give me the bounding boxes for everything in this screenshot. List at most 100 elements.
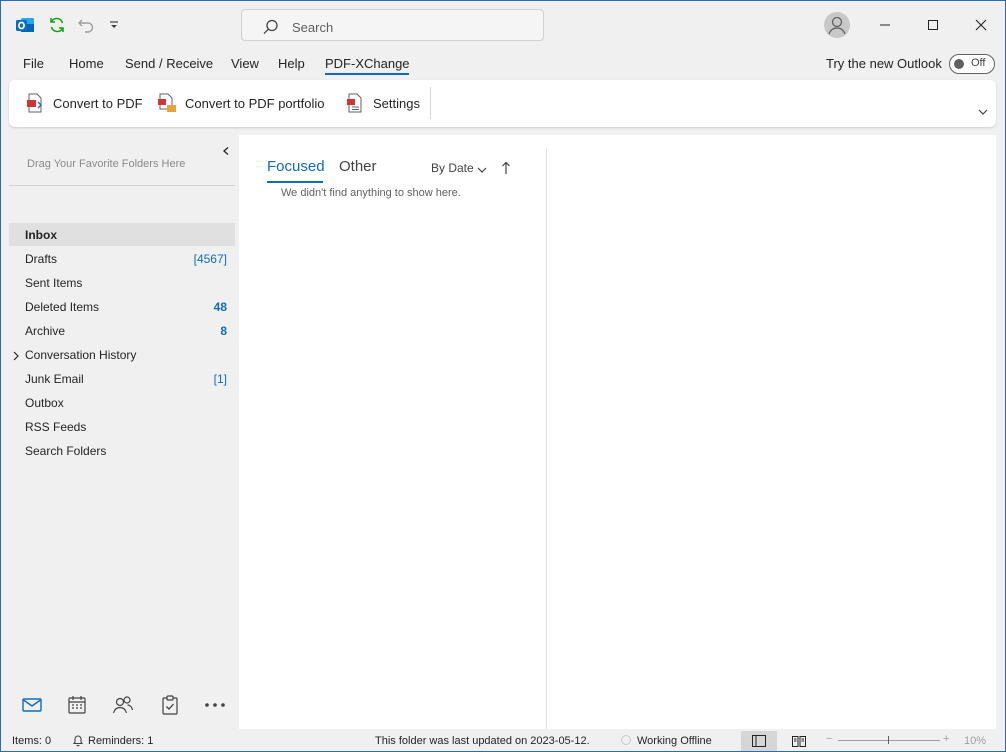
- tasks-icon: [162, 695, 178, 715]
- zoom-slider[interactable]: [838, 740, 940, 741]
- nav-calendar[interactable]: [62, 690, 92, 720]
- nav-more[interactable]: [200, 690, 230, 720]
- menu-bar: File Home Send / Receive View Help PDF-X…: [0, 52, 1006, 76]
- ribbon-separator: [430, 87, 431, 119]
- send-receive-all-icon[interactable]: [47, 15, 67, 35]
- folder-name: Conversation History: [25, 348, 137, 362]
- collapse-folder-pane-button[interactable]: [221, 144, 231, 159]
- menu-home[interactable]: Home: [69, 56, 104, 71]
- folder-sent-items[interactable]: Sent Items: [9, 271, 235, 294]
- minimize-icon: [880, 24, 890, 26]
- folder-name: Archive: [25, 324, 66, 338]
- nav-tasks[interactable]: [155, 690, 185, 720]
- folder-count: [4567]: [193, 252, 227, 266]
- convert-to-pdf-portfolio-button[interactable]: Convert to PDF portfolio: [157, 92, 324, 114]
- reminders-count[interactable]: Reminders: 1: [88, 735, 153, 747]
- close-button[interactable]: [968, 12, 994, 38]
- tab-other[interactable]: Other: [339, 158, 377, 175]
- undo-icon[interactable]: [76, 15, 96, 35]
- items-count: Items: 0: [12, 735, 52, 747]
- folder-name: Search Folders: [25, 444, 107, 458]
- calendar-icon: [68, 696, 86, 714]
- chevron-down-icon: [978, 109, 988, 115]
- tab-focused[interactable]: Focused: [267, 158, 325, 175]
- menu-pdf-xchange[interactable]: PDF-XChange: [325, 56, 410, 71]
- folder-count: [1]: [213, 372, 227, 386]
- folder-inbox[interactable]: Inbox: [9, 223, 235, 246]
- people-icon: [112, 696, 134, 714]
- search-box[interactable]: [241, 9, 544, 41]
- menu-file[interactable]: File: [23, 56, 44, 71]
- folder-conversation-history[interactable]: Conversation History: [9, 343, 235, 366]
- new-outlook-toggle[interactable]: Off: [949, 54, 995, 74]
- sort-by-dropdown[interactable]: By Date: [431, 161, 474, 175]
- zoom-in-button[interactable]: +: [943, 733, 949, 745]
- settings-label: Settings: [373, 95, 420, 111]
- folder-search-folders[interactable]: Search Folders: [9, 439, 235, 462]
- nav-mail[interactable]: [17, 690, 47, 720]
- folder-archive[interactable]: Archive 8: [9, 319, 235, 342]
- ribbon: Convert to PDF Convert to PDF portfolio …: [9, 80, 996, 127]
- toggle-knob: [954, 59, 964, 69]
- empty-list-message: We didn't find anything to show here.: [281, 187, 461, 199]
- last-updated-text: This folder was last updated on 2023-05-…: [375, 735, 590, 747]
- focused-tab-indicator: [267, 181, 323, 183]
- title-bar: [0, 0, 1006, 50]
- search-input[interactable]: [290, 16, 534, 38]
- account-avatar[interactable]: [824, 12, 850, 38]
- folder-name: Inbox: [25, 228, 57, 242]
- expand-chevron-right-icon[interactable]: [12, 350, 20, 364]
- maximize-button[interactable]: [920, 12, 946, 38]
- search-icon: [263, 19, 278, 35]
- minimize-button[interactable]: [872, 12, 898, 38]
- message-list: Focused Other By Date We didn't find any…: [239, 135, 546, 729]
- zoom-out-button[interactable]: −: [826, 733, 832, 745]
- settings-button[interactable]: Settings: [345, 92, 420, 114]
- pdf-settings-icon: [347, 93, 362, 113]
- offline-icon: [620, 734, 632, 749]
- ribbon-options-button[interactable]: [977, 106, 989, 121]
- folder-name: Outbox: [25, 396, 64, 410]
- reading-view-icon: [792, 736, 806, 747]
- main-content: Focused Other By Date We didn't find any…: [239, 135, 996, 729]
- toggle-state-label: Off: [971, 57, 986, 69]
- folder-name: Sent Items: [25, 276, 83, 290]
- maximize-icon: [928, 20, 938, 30]
- favorites-hint: Drag Your Favorite Folders Here: [27, 158, 186, 170]
- nav-people[interactable]: [108, 690, 138, 720]
- normal-view-icon: [752, 735, 766, 747]
- sort-chevron-down-icon[interactable]: [477, 163, 487, 178]
- folder-rss-feeds[interactable]: RSS Feeds: [9, 415, 235, 438]
- folder-deleted-items[interactable]: Deleted Items 48: [9, 295, 235, 318]
- zoom-level[interactable]: 10%: [964, 735, 986, 747]
- module-nav-bar: [5, 690, 238, 726]
- menu-send-receive[interactable]: Send / Receive: [125, 56, 213, 71]
- zoom-slider-thumb[interactable]: [888, 736, 889, 744]
- folder-name: Deleted Items: [25, 300, 100, 314]
- close-icon: [975, 19, 987, 31]
- chevron-left-icon: [223, 147, 229, 155]
- outlook-logo-icon: [15, 15, 35, 35]
- sort-direction-arrow-up-icon[interactable]: [501, 161, 511, 178]
- folder-pane: Drag Your Favorite Folders Here Inbox Dr…: [5, 135, 238, 729]
- working-offline-status[interactable]: Working Offline: [637, 735, 712, 747]
- menu-view[interactable]: View: [231, 56, 259, 71]
- pdf-convert-icon: [27, 93, 42, 113]
- folder-outbox[interactable]: Outbox: [9, 391, 235, 414]
- folder-drafts[interactable]: Drafts [4567]: [9, 247, 235, 270]
- normal-view-button[interactable]: [741, 731, 777, 751]
- folder-count: 8: [220, 324, 227, 338]
- active-menu-indicator: [325, 73, 409, 75]
- bell-icon: [72, 734, 84, 750]
- reading-view-button[interactable]: [781, 731, 817, 751]
- mail-icon: [22, 698, 42, 712]
- try-new-outlook-label: Try the new Outlook: [826, 56, 942, 71]
- more-icon: [205, 703, 225, 707]
- folder-junk-email[interactable]: Junk Email [1]: [9, 367, 235, 390]
- folder-name: Drafts: [25, 252, 58, 266]
- menu-help[interactable]: Help: [278, 56, 305, 71]
- customize-quick-access-icon[interactable]: [104, 15, 124, 35]
- convert-to-pdf-button[interactable]: Convert to PDF: [25, 92, 143, 114]
- reading-pane-divider[interactable]: [546, 148, 547, 729]
- folder-name: Junk Email: [25, 372, 84, 386]
